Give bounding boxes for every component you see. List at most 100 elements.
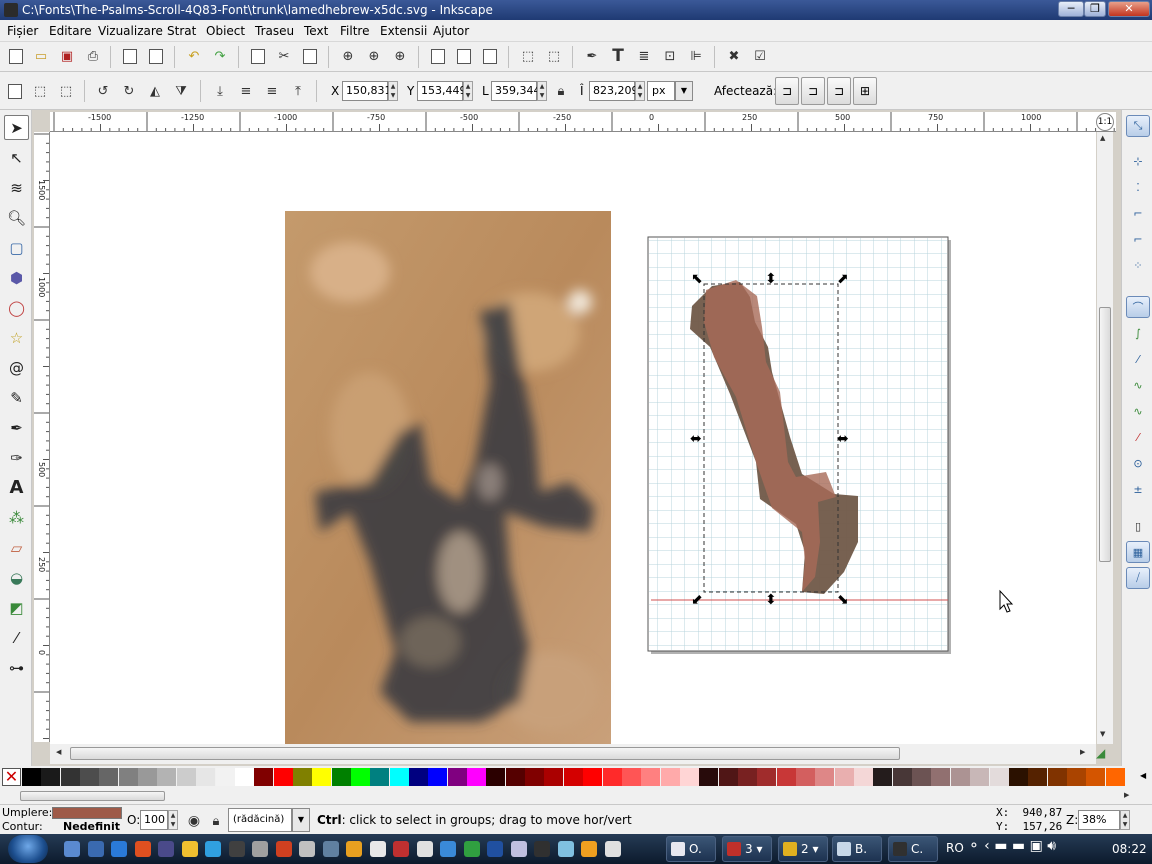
text-font-icon[interactable]: T	[608, 46, 628, 66]
group-icon[interactable]: ⬚	[518, 46, 538, 66]
rotate-ccw-icon[interactable]: ↺	[93, 81, 113, 101]
snap-guides-icon[interactable]: ⧸	[1126, 567, 1150, 589]
palette-scrollbar[interactable]: ▶	[0, 788, 1152, 804]
lower-to-bottom-icon[interactable]: ⤓	[210, 81, 230, 101]
color-swatch[interactable]	[80, 768, 100, 786]
gradient-tool-icon[interactable]: ◩	[4, 595, 29, 620]
quick-launch-icon[interactable]	[463, 841, 480, 857]
pen-tool-icon[interactable]: ✒	[4, 415, 29, 440]
duplicate-icon[interactable]	[428, 46, 448, 66]
color-swatch[interactable]	[1047, 768, 1067, 786]
quick-launch-icon[interactable]	[440, 841, 456, 857]
color-swatch[interactable]	[1066, 768, 1086, 786]
calligraphy-tool-icon[interactable]: ✑	[4, 445, 29, 470]
snap-paths-icon[interactable]: ∫	[1126, 322, 1150, 344]
color-swatch[interactable]	[699, 768, 719, 786]
ungroup-icon[interactable]: ⬚	[544, 46, 564, 66]
zoom-page-icon[interactable]: ⊕	[390, 46, 410, 66]
snap-bbox-corners-icon[interactable]: ⌐	[1126, 202, 1150, 224]
rectangle-tool-icon[interactable]: ▢	[4, 235, 29, 260]
height-input[interactable]: 823,209	[589, 81, 639, 101]
import-icon[interactable]	[120, 46, 140, 66]
copy-icon[interactable]	[248, 46, 268, 66]
open-folder-icon[interactable]: ▭	[31, 46, 51, 66]
zoom-tool-icon[interactable]: 🔍︎	[4, 205, 29, 230]
opacity-input[interactable]: 100	[140, 810, 168, 830]
preferences-icon[interactable]: ✖	[724, 46, 744, 66]
raise-icon[interactable]: ≡	[262, 81, 282, 101]
color-swatch[interactable]	[718, 768, 738, 786]
color-swatch[interactable]	[118, 768, 138, 786]
quick-launch-icon[interactable]	[393, 841, 409, 857]
quick-launch-icon[interactable]	[87, 841, 104, 857]
color-swatch[interactable]	[389, 768, 409, 786]
new-document-icon[interactable]	[6, 46, 26, 66]
width-input[interactable]: 359,344	[491, 81, 541, 101]
x-spinner[interactable]: ▲ ▼	[388, 81, 398, 101]
taskbar-item[interactable]: C.	[888, 836, 938, 862]
color-swatch[interactable]	[234, 768, 254, 786]
color-swatch[interactable]	[931, 768, 951, 786]
spiral-tool-icon[interactable]: @	[4, 355, 29, 380]
horizontal-scroll-thumb[interactable]	[70, 747, 900, 760]
color-swatch[interactable]	[757, 768, 777, 786]
color-swatch[interactable]	[370, 768, 390, 786]
color-swatch[interactable]	[563, 768, 583, 786]
layer-visibility-icon[interactable]: ◉	[184, 811, 204, 831]
lower-icon[interactable]: ≡	[236, 81, 256, 101]
scroll-fragment-image[interactable]	[285, 211, 611, 744]
menu-file[interactable]: Fișier	[7, 24, 38, 38]
vertical-scroll-thumb[interactable]	[1099, 307, 1111, 562]
export-icon[interactable]	[146, 46, 166, 66]
vertical-scrollbar[interactable]: ▲ ▼	[1097, 132, 1113, 744]
color-swatch[interactable]	[544, 768, 564, 786]
no-paint-swatch[interactable]: ✕	[2, 768, 21, 786]
quick-launch-icon[interactable]	[346, 841, 362, 857]
color-swatch[interactable]	[737, 768, 757, 786]
color-swatch[interactable]	[505, 768, 525, 786]
enable-snapping-icon[interactable]: ⤡	[1126, 115, 1150, 137]
quick-launch-icon[interactable]	[275, 841, 292, 857]
menu-object[interactable]: Obiect	[206, 24, 245, 38]
rotate-cw-icon[interactable]: ↻	[119, 81, 139, 101]
color-swatch[interactable]	[796, 768, 815, 786]
color-swatch[interactable]	[873, 768, 893, 786]
document-properties-icon[interactable]: ☑	[750, 46, 770, 66]
quick-launch-icon[interactable]	[64, 841, 80, 857]
ellipse-tool-icon[interactable]: ◯	[4, 295, 29, 320]
quick-launch-icon[interactable]	[604, 841, 621, 857]
zoom-drawing-icon[interactable]: ⊕	[364, 46, 384, 66]
color-swatch[interactable]	[912, 768, 932, 786]
width-spinner[interactable]: ▲ ▼	[537, 81, 547, 101]
snap-midpoints-icon[interactable]: ⁄	[1126, 426, 1150, 448]
color-swatch[interactable]	[641, 768, 661, 786]
deselect-icon[interactable]: ⬚	[56, 81, 76, 101]
x-input[interactable]: 150,831	[342, 81, 392, 101]
color-swatch[interactable]	[312, 768, 332, 786]
unlink-clone-icon[interactable]	[480, 46, 500, 66]
snap-smooth-nodes-icon[interactable]: ∿	[1126, 400, 1150, 422]
snap-nodes-icon[interactable]: ⌒	[1126, 296, 1150, 318]
align-distribute-icon[interactable]: ⊫	[686, 46, 706, 66]
layer-lock-icon[interactable]: 🔒︎	[206, 811, 226, 831]
quick-launch-icon[interactable]	[111, 841, 127, 857]
node-tool-icon[interactable]: ↖	[4, 145, 29, 170]
3d-box-tool-icon[interactable]: ⬢	[4, 265, 29, 290]
color-swatch[interactable]	[525, 768, 545, 786]
snap-object-centers-icon[interactable]: ⊙	[1126, 452, 1150, 474]
snap-grids-icon[interactable]: ▦	[1126, 541, 1150, 563]
snap-rotation-centers-icon[interactable]: ±	[1126, 478, 1150, 500]
horizontal-scrollbar[interactable]: ◀ ▶	[50, 744, 1096, 764]
zoom-1-1-icon[interactable]: 1:1	[1096, 113, 1114, 131]
star-tool-icon[interactable]: ☆	[4, 325, 29, 350]
color-swatch[interactable]	[99, 768, 119, 786]
color-swatch[interactable]	[350, 768, 370, 786]
color-swatch[interactable]	[621, 768, 641, 786]
save-icon[interactable]: ▣	[57, 46, 77, 66]
color-swatch[interactable]	[428, 768, 448, 786]
zoom-input[interactable]: 38%	[1078, 810, 1120, 830]
color-swatch[interactable]	[176, 768, 196, 786]
layer-select[interactable]: (rădăcină)	[228, 808, 292, 832]
drawing-canvas[interactable]: ⬉ ⬍ ⬈ ⬌ ⬌ ⬋ ⬍ ⬊	[50, 132, 1096, 744]
close-button[interactable]: ✕	[1108, 1, 1150, 17]
